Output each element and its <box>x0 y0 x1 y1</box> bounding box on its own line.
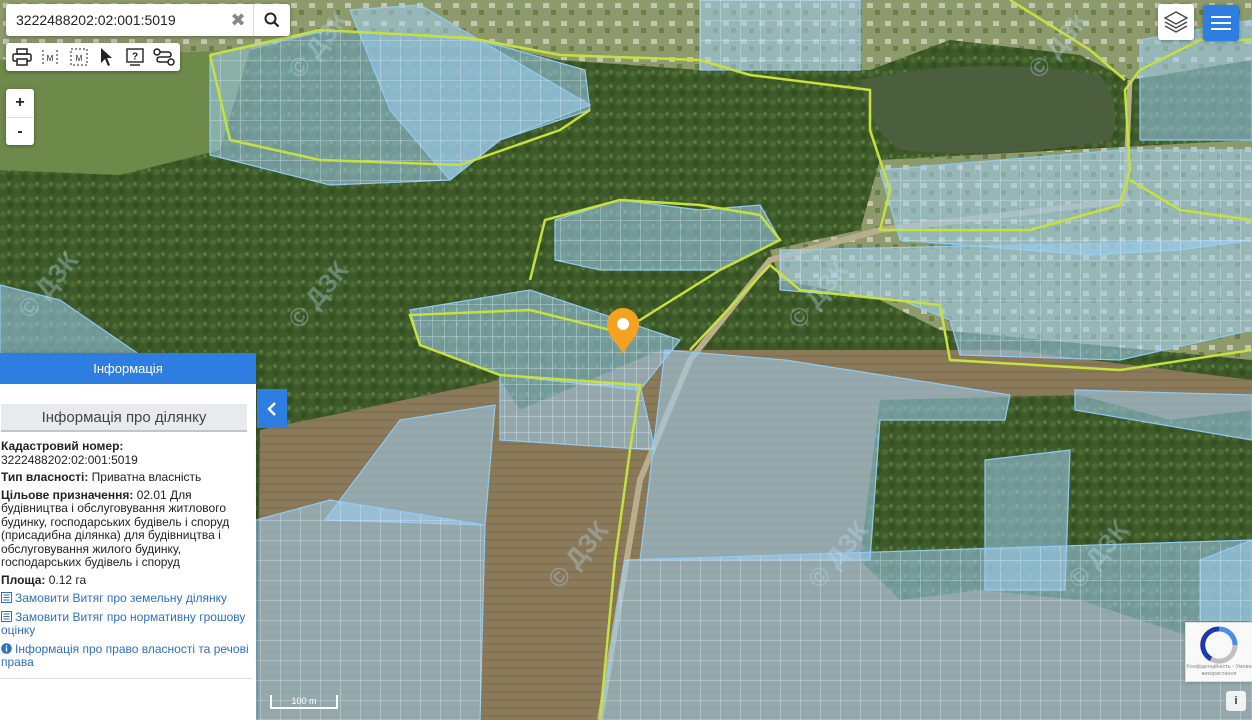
map-toolbar: M M ? <box>6 43 180 71</box>
measure-area-icon: M <box>70 48 88 66</box>
purpose-label: Цільове призначення: <box>1 487 134 502</box>
help-button[interactable]: ? <box>123 45 147 69</box>
panel-divider <box>1 677 252 679</box>
cadastral-number: Кадастровий номер: 3222488202:02:001:501… <box>1 439 252 467</box>
route-icon <box>153 48 175 66</box>
ownership-label: Тип власності: <box>1 470 89 484</box>
cadastral-value: 3222488202:02:001:5019 <box>1 452 138 467</box>
layers-icon <box>1163 11 1189 33</box>
search-button[interactable] <box>253 4 290 36</box>
print-button[interactable] <box>10 45 34 69</box>
search-icon <box>264 12 280 28</box>
collapse-panel-button[interactable] <box>257 389 287 428</box>
help-icon: ? <box>126 48 145 66</box>
chevron-left-icon <box>267 401 276 416</box>
ownership-rights-link[interactable]: Інформація про право власності та речові… <box>1 642 252 670</box>
zoom-in-button[interactable]: + <box>6 89 34 117</box>
scale-bar: 100 m <box>270 695 338 709</box>
recaptcha-icon <box>1200 626 1238 664</box>
search-input[interactable] <box>14 11 223 29</box>
zoom-out-button[interactable]: - <box>6 117 34 146</box>
area-value: 0.12 га <box>48 572 87 587</box>
area: Площа: 0.12 га <box>1 572 252 588</box>
ownership-value: Приватна власність <box>91 470 202 484</box>
order-valuation-label[interactable]: Замовити Витяг про нормативну грошову оц… <box>1 610 245 638</box>
cadastral-label: Кадастровий номер: <box>1 439 124 453</box>
order-extract-link[interactable]: Замовити Витяг про земельну ділянку <box>1 591 252 606</box>
recaptcha-text: Конфіденційність - Умови використання <box>1186 664 1252 677</box>
svg-text:?: ? <box>132 52 138 63</box>
route-button[interactable] <box>152 45 176 69</box>
menu-button[interactable] <box>1203 5 1239 41</box>
ownership-rights-label[interactable]: Інформація про право власності та речові… <box>1 642 249 670</box>
info-icon <box>1 642 12 654</box>
purpose: Цільове призначення: 02.01 Для будівницт… <box>1 487 252 570</box>
order-extract-label[interactable]: Замовити Витяг про земельну ділянку <box>15 591 227 605</box>
measure-distance-button[interactable]: M <box>38 45 62 69</box>
ownership-type: Тип власності: Приватна власність <box>1 470 252 485</box>
pointer-button[interactable] <box>95 45 119 69</box>
print-icon <box>12 48 32 66</box>
layers-button[interactable] <box>1158 4 1194 40</box>
map-info-button[interactable]: i <box>1226 691 1246 711</box>
panel-subheader: Інформація про ділянку <box>1 404 247 432</box>
svg-text:M: M <box>47 54 54 63</box>
area-label: Площа: <box>1 572 46 587</box>
measure-area-button[interactable]: M <box>67 45 91 69</box>
close-icon[interactable]: ✖ <box>223 5 253 35</box>
panel-header: Інформація <box>0 353 256 384</box>
info-panel: Інформація Інформація про ділянку Кадаст… <box>0 353 256 720</box>
svg-text:M: M <box>75 54 82 63</box>
measure-distance-icon: M <box>42 50 58 64</box>
document-icon <box>1 592 12 603</box>
order-valuation-link[interactable]: Замовити Витяг про нормативну грошову оц… <box>1 610 252 638</box>
search-bar: ✖ <box>6 4 290 36</box>
zoom-control: + - <box>6 89 34 145</box>
parcel-info: Кадастровий номер: 3222488202:02:001:501… <box>0 432 256 679</box>
pointer-icon <box>101 48 113 66</box>
hamburger-icon <box>1211 16 1231 18</box>
document-icon <box>1 610 12 622</box>
